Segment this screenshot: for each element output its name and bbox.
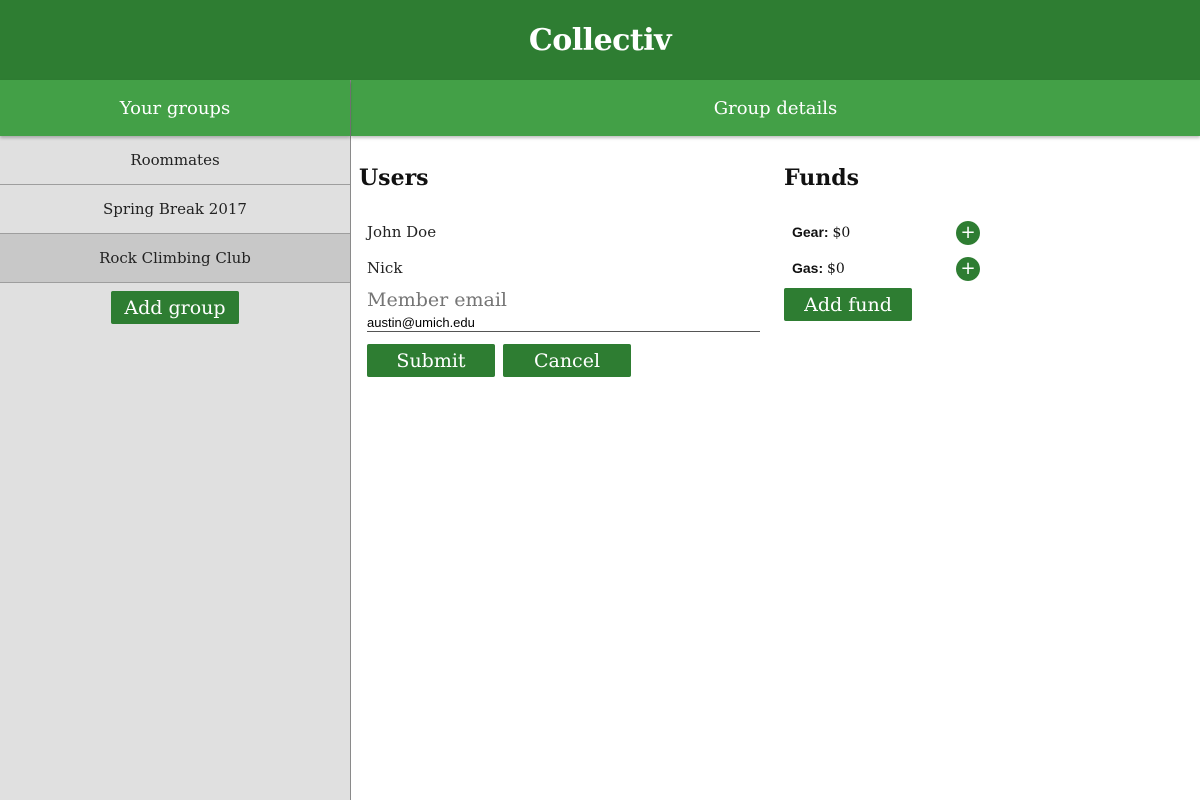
group-list: Roommates Spring Break 2017 Rock Climbin… [0,136,350,283]
member-email-input[interactable] [367,314,760,332]
add-group-container: Add group [0,283,350,324]
user-item-nick: Nick [367,259,403,277]
fund-item-gear: Gear: $0 + [784,214,1084,250]
fund-amount: $0 [832,225,851,241]
app-title: Collectiv [528,22,672,58]
funds-title: Funds [784,165,859,191]
group-item-spring-break[interactable]: Spring Break 2017 [0,185,350,234]
fund-name: Gas: [792,260,828,276]
add-group-button[interactable]: Add group [111,291,239,324]
add-fund-container: Add fund [784,288,1084,321]
fund-item-gas: Gas: $0 + [784,250,1084,286]
user-item-john-doe: John Doe [367,223,437,241]
form-buttons: Submit Cancel [367,344,760,377]
group-item-roommates[interactable]: Roommates [0,136,350,185]
group-details-panel: Group details Users John Doe Nick Member… [351,80,1200,800]
add-fund-button[interactable]: Add fund [784,288,912,321]
group-details-header: Group details [351,80,1200,136]
users-section: Users John Doe Nick Member email Submit … [359,162,760,377]
users-title: Users [359,165,429,191]
add-member-form: Member email Submit Cancel [359,288,760,377]
fund-name: Gear: [792,224,833,240]
funds-list: Gear: $0 + Gas: $0 + [784,214,1084,286]
funds-section: Funds Gear: $0 + Gas: $0 + Add fund [784,162,1084,321]
group-item-rock-climbing[interactable]: Rock Climbing Club [0,234,350,283]
member-email-label: Member email [367,289,507,311]
users-list: John Doe Nick [359,214,760,286]
add-to-fund-plus-icon[interactable]: + [956,257,980,281]
sidebar-header: Your groups [0,80,350,136]
submit-button[interactable]: Submit [367,344,495,377]
app-header: Collectiv [0,0,1200,80]
sidebar: Your groups Roommates Spring Break 2017 … [0,80,351,800]
cancel-button[interactable]: Cancel [503,344,631,377]
add-to-fund-plus-icon[interactable]: + [956,221,980,245]
fund-amount: $0 [827,261,845,277]
